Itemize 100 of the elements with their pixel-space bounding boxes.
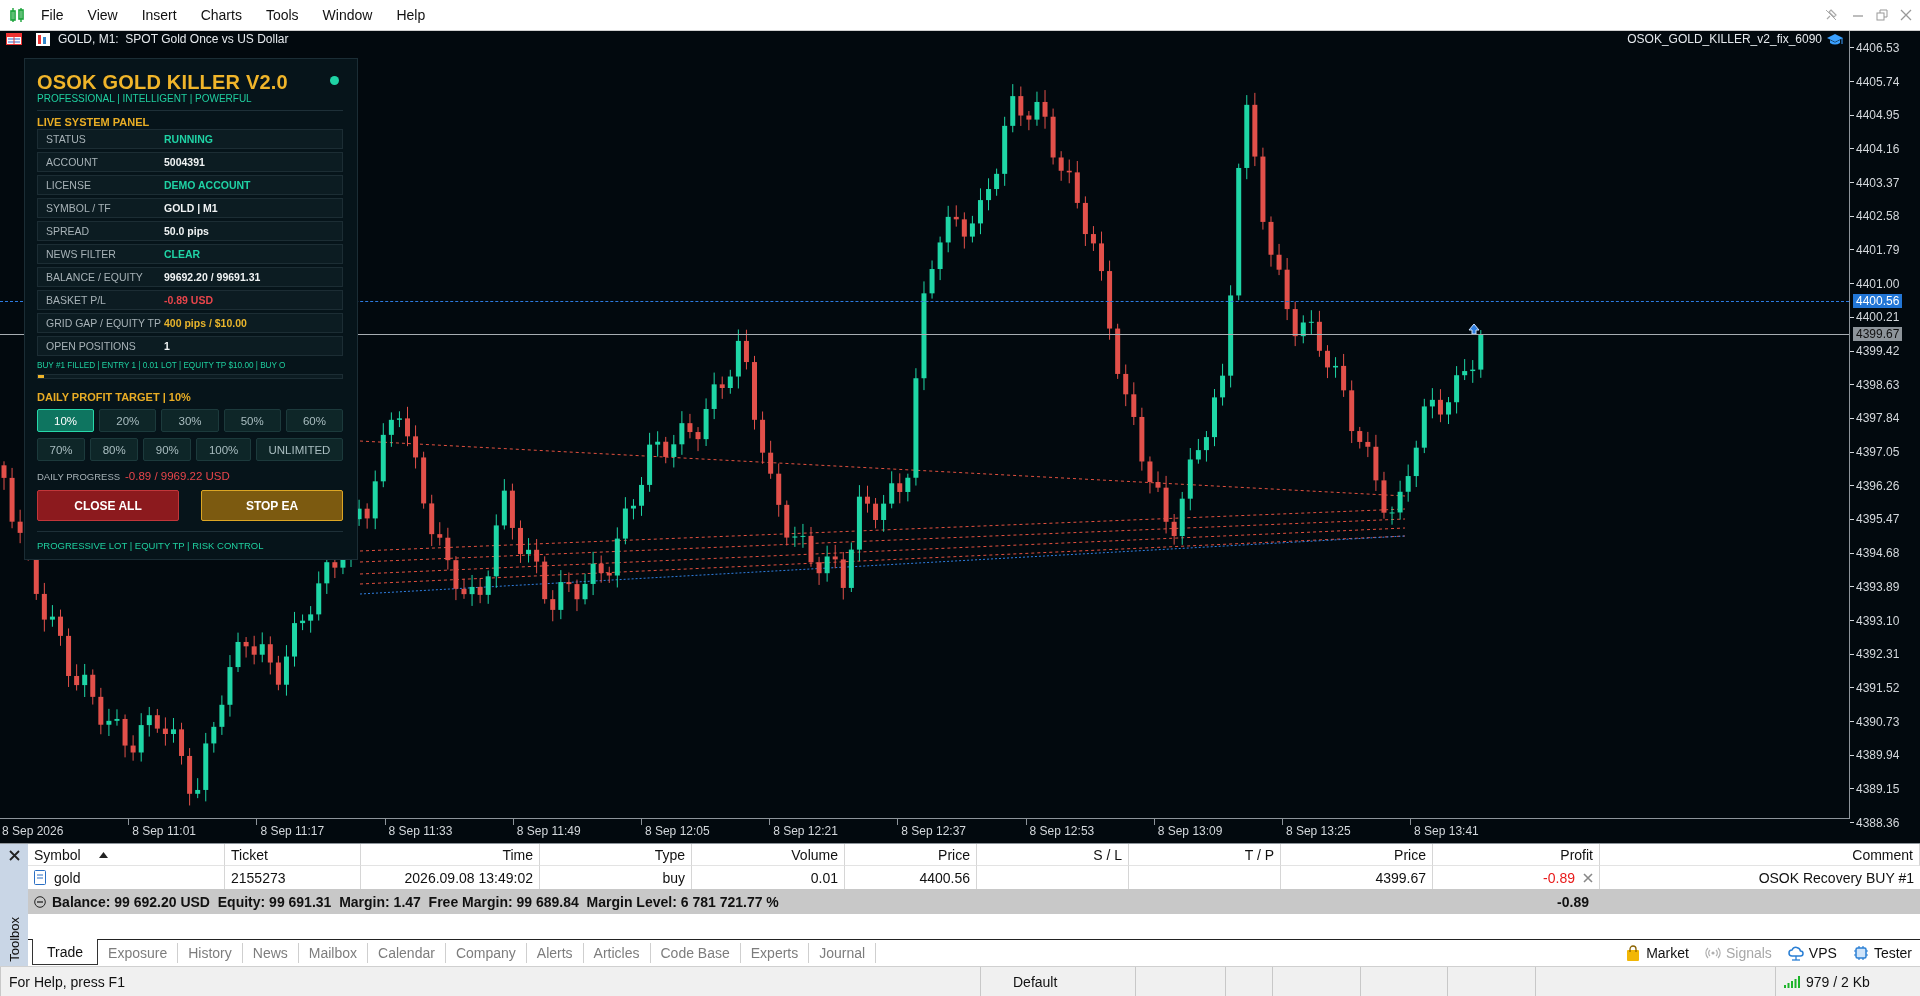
table-cell: buy [662, 869, 685, 886]
table-cell: 0.01 [810, 869, 838, 886]
table-cell: 2155273 [231, 869, 286, 886]
cloud-icon [1787, 944, 1804, 962]
column-header[interactable]: Price [845, 844, 977, 866]
tab[interactable]: History [178, 943, 243, 963]
tab[interactable]: Alerts [526, 943, 584, 963]
menu-item[interactable]: Tools [253, 4, 311, 26]
price-tick: 4401.79 [1856, 242, 1900, 257]
table-cell: OSOK Recovery BUY #1 [1758, 869, 1914, 886]
price-tick: 4404.16 [1856, 141, 1900, 156]
price-tick: 4390.73 [1856, 714, 1900, 729]
column-header[interactable]: S / L [977, 844, 1129, 866]
tab[interactable]: Company [445, 943, 527, 963]
stop-button[interactable]: STOP EA [201, 490, 343, 521]
toolbar-button[interactable]: Market [1617, 940, 1697, 966]
traffic-text: 979 / 2 Kb [1806, 974, 1870, 990]
sort-ascending-icon [98, 851, 108, 858]
close-icon[interactable] [8, 850, 20, 861]
collapse-icon[interactable] [34, 895, 46, 908]
tab[interactable]: News [242, 943, 299, 963]
price-label: 4400.56 [1853, 293, 1903, 308]
toolbar-button[interactable]: VPS [1779, 940, 1845, 966]
target-option[interactable]: 20% [99, 409, 157, 432]
info-label: BASKET P/L [45, 294, 107, 306]
status-ticker: BUY #1 FILLED | ENTRY 1 | 0.01 LOT | EQUITY TP $10.00 | BUY O [37, 361, 287, 370]
pin-icon[interactable] [1824, 8, 1838, 22]
toolbar-button[interactable]: Tester [1844, 940, 1920, 966]
chart-window-icon [36, 32, 50, 46]
info-value: -0.89 USD [164, 294, 214, 306]
target-option[interactable]: 70% [37, 438, 86, 461]
price-tick: 4399.42 [1856, 344, 1900, 359]
price-tick: 4389.94 [1856, 748, 1900, 763]
menu-item[interactable]: Insert [129, 4, 189, 26]
column-header[interactable]: Time [361, 844, 540, 866]
price-tick: 4401.00 [1856, 276, 1900, 291]
table-cell: -0.89 [1543, 869, 1575, 886]
menu-item[interactable]: Help [384, 4, 438, 26]
price-tick: 4393.89 [1856, 579, 1900, 594]
target-option[interactable]: 60% [285, 409, 343, 432]
column-header[interactable]: Ticket [225, 844, 361, 866]
info-label: SYMBOL / TF [45, 202, 112, 214]
tab[interactable]: Code Base [650, 943, 741, 963]
tab[interactable]: Exposure [98, 943, 179, 963]
target-option[interactable]: 100% [196, 438, 251, 461]
target-heading: DAILY PROFIT TARGET | 10% [37, 391, 192, 403]
target-option[interactable]: UNLIMITED [255, 438, 343, 461]
column-header[interactable]: Symbol [28, 844, 225, 866]
price-tick: 4396.26 [1856, 478, 1900, 493]
info-value: GOLD | M1 [164, 202, 218, 214]
column-header[interactable]: Comment [1600, 844, 1920, 866]
tab[interactable]: Trade [32, 939, 99, 965]
panel-tagline: PROFESSIONAL | INTELLIGENT | POWERFUL [37, 93, 253, 104]
help-text: For Help, press F1 [9, 974, 125, 990]
time-tick: 8 Sep 2026 [1, 823, 65, 840]
graduation-cap-icon[interactable] [1827, 32, 1843, 46]
price-tick: 4405.74 [1856, 74, 1900, 89]
bag-icon [1625, 944, 1642, 962]
table-cell: gold [54, 869, 81, 886]
column-header[interactable]: T / P [1129, 844, 1281, 866]
app-logo-icon[interactable] [9, 7, 25, 23]
price-tick: 4406.53 [1856, 40, 1900, 55]
menu-item[interactable]: File [29, 4, 76, 26]
tab[interactable]: Experts [740, 943, 810, 963]
restore-icon[interactable] [1876, 9, 1888, 21]
info-value: 400 pips / $10.00 [164, 317, 247, 329]
signal-strength-icon [1784, 976, 1800, 988]
column-header[interactable]: Volume [692, 844, 845, 866]
menu-item[interactable]: Charts [188, 4, 254, 26]
price-tick: 4402.58 [1856, 209, 1900, 224]
tab[interactable]: Mailbox [298, 943, 369, 963]
target-option[interactable]: 50% [223, 409, 281, 432]
menu-item[interactable]: View [75, 4, 130, 26]
info-label: SPREAD [45, 225, 91, 237]
target-option[interactable]: 10% [37, 409, 95, 432]
info-label: STATUS [45, 133, 87, 145]
table-cell: 2026.09.08 13:49:02 [404, 869, 533, 886]
price-tick: 4403.37 [1856, 175, 1900, 190]
info-value: RUNNING [164, 133, 213, 145]
target-option[interactable]: 90% [143, 438, 192, 461]
price-label: 4399.67 [1853, 327, 1903, 342]
target-option[interactable]: 30% [161, 409, 219, 432]
progress-value: -0.89 / 9969.22 USD [125, 470, 230, 482]
column-header[interactable]: Type [540, 844, 692, 866]
tab[interactable]: Articles [583, 943, 651, 963]
price-tick: 4388.36 [1856, 815, 1900, 830]
target-option[interactable]: 80% [90, 438, 139, 461]
info-value: 99692.20 / 99691.31 [164, 271, 261, 283]
column-header[interactable]: Price [1281, 844, 1433, 866]
close-all-button[interactable]: CLOSE ALL [37, 490, 179, 521]
feature-list: PROGRESSIVE LOT | EQUITY TP | RISK CONTROL [37, 540, 343, 551]
info-value: CLEAR [164, 248, 201, 260]
tab[interactable]: Calendar [368, 943, 446, 963]
price-tick: 4397.05 [1856, 445, 1900, 460]
total-profit: -0.89 [1556, 893, 1590, 910]
info-value: 5004391 [164, 156, 205, 168]
tab[interactable]: Journal [809, 943, 877, 963]
column-header[interactable]: Profit [1433, 844, 1600, 866]
price-tick: 4400.21 [1856, 310, 1900, 325]
menu-item[interactable]: Window [310, 4, 385, 26]
